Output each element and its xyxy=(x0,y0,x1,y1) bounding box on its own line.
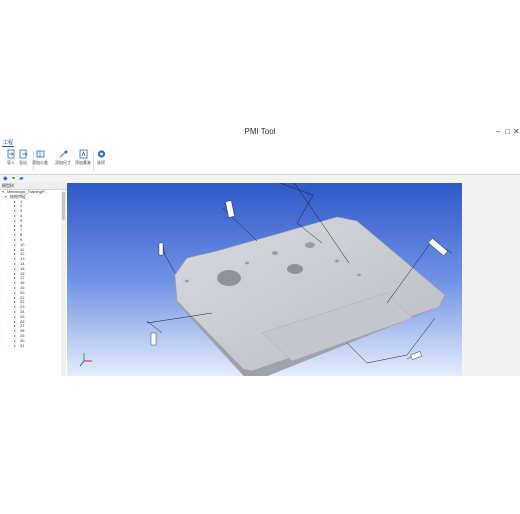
axis-triad-icon xyxy=(79,353,92,367)
part-hole xyxy=(305,242,315,248)
feature-icon: ▸ xyxy=(14,342,17,348)
tab-project[interactable]: 工程 xyxy=(2,139,15,147)
ribbon-tab-bar: 工程 xyxy=(0,139,520,147)
maximize-button[interactable]: □ xyxy=(505,127,510,136)
part-hole xyxy=(335,259,339,263)
scrollbar-thumb[interactable] xyxy=(62,192,65,220)
display-icon[interactable]: ▰ xyxy=(19,176,24,182)
add-tolerance-icon xyxy=(36,150,44,158)
tree-item[interactable]: ▸ 31 xyxy=(0,342,67,349)
minimize-button[interactable]: – xyxy=(496,127,500,136)
link-icon[interactable]: ⚭ xyxy=(11,176,16,182)
tree-item-label: 31 xyxy=(20,342,25,348)
secondary-toolbar: ◆ ⚭ ▰ xyxy=(0,175,520,183)
3d-viewport[interactable] xyxy=(67,183,462,376)
part-hole xyxy=(272,251,278,255)
close-button[interactable]: ✕ xyxy=(513,127,520,136)
add-datum-icon xyxy=(79,149,87,159)
application-window: PMI Tool – □ ✕ 工程 导入 导出 添加公差 添加尺寸 添加基准 选… xyxy=(0,126,520,376)
ribbon: 导入 导出 添加公差 添加尺寸 添加基准 选项 xyxy=(0,147,520,175)
options-button[interactable]: 选项 xyxy=(90,149,112,173)
model-tree: ▾ Metrologic_TrainingP... ▾ 结构特征 ▸ 1 ▸ 2 ▸ 3 ▸… xyxy=(0,189,67,349)
model-canvas[interactable] xyxy=(67,183,462,376)
model-tree-panel: 模型树 ▾ Metrologic_TrainingP... ▾ 结构特征 ▸ 1 ▸… xyxy=(0,183,68,376)
window-title: PMI Tool xyxy=(244,127,276,136)
title-bar: PMI Tool – □ ✕ xyxy=(0,126,520,140)
part-hole xyxy=(357,273,361,277)
view-icon[interactable]: ◆ xyxy=(3,176,8,182)
part-hole xyxy=(217,270,241,286)
add-dimension-icon xyxy=(59,150,67,158)
part-hole xyxy=(245,261,249,265)
part-hole xyxy=(287,264,303,274)
options-icon xyxy=(97,150,105,158)
options-label: 选项 xyxy=(97,160,105,165)
tree-scrollbar[interactable] xyxy=(61,190,66,376)
part-hole xyxy=(185,279,189,283)
